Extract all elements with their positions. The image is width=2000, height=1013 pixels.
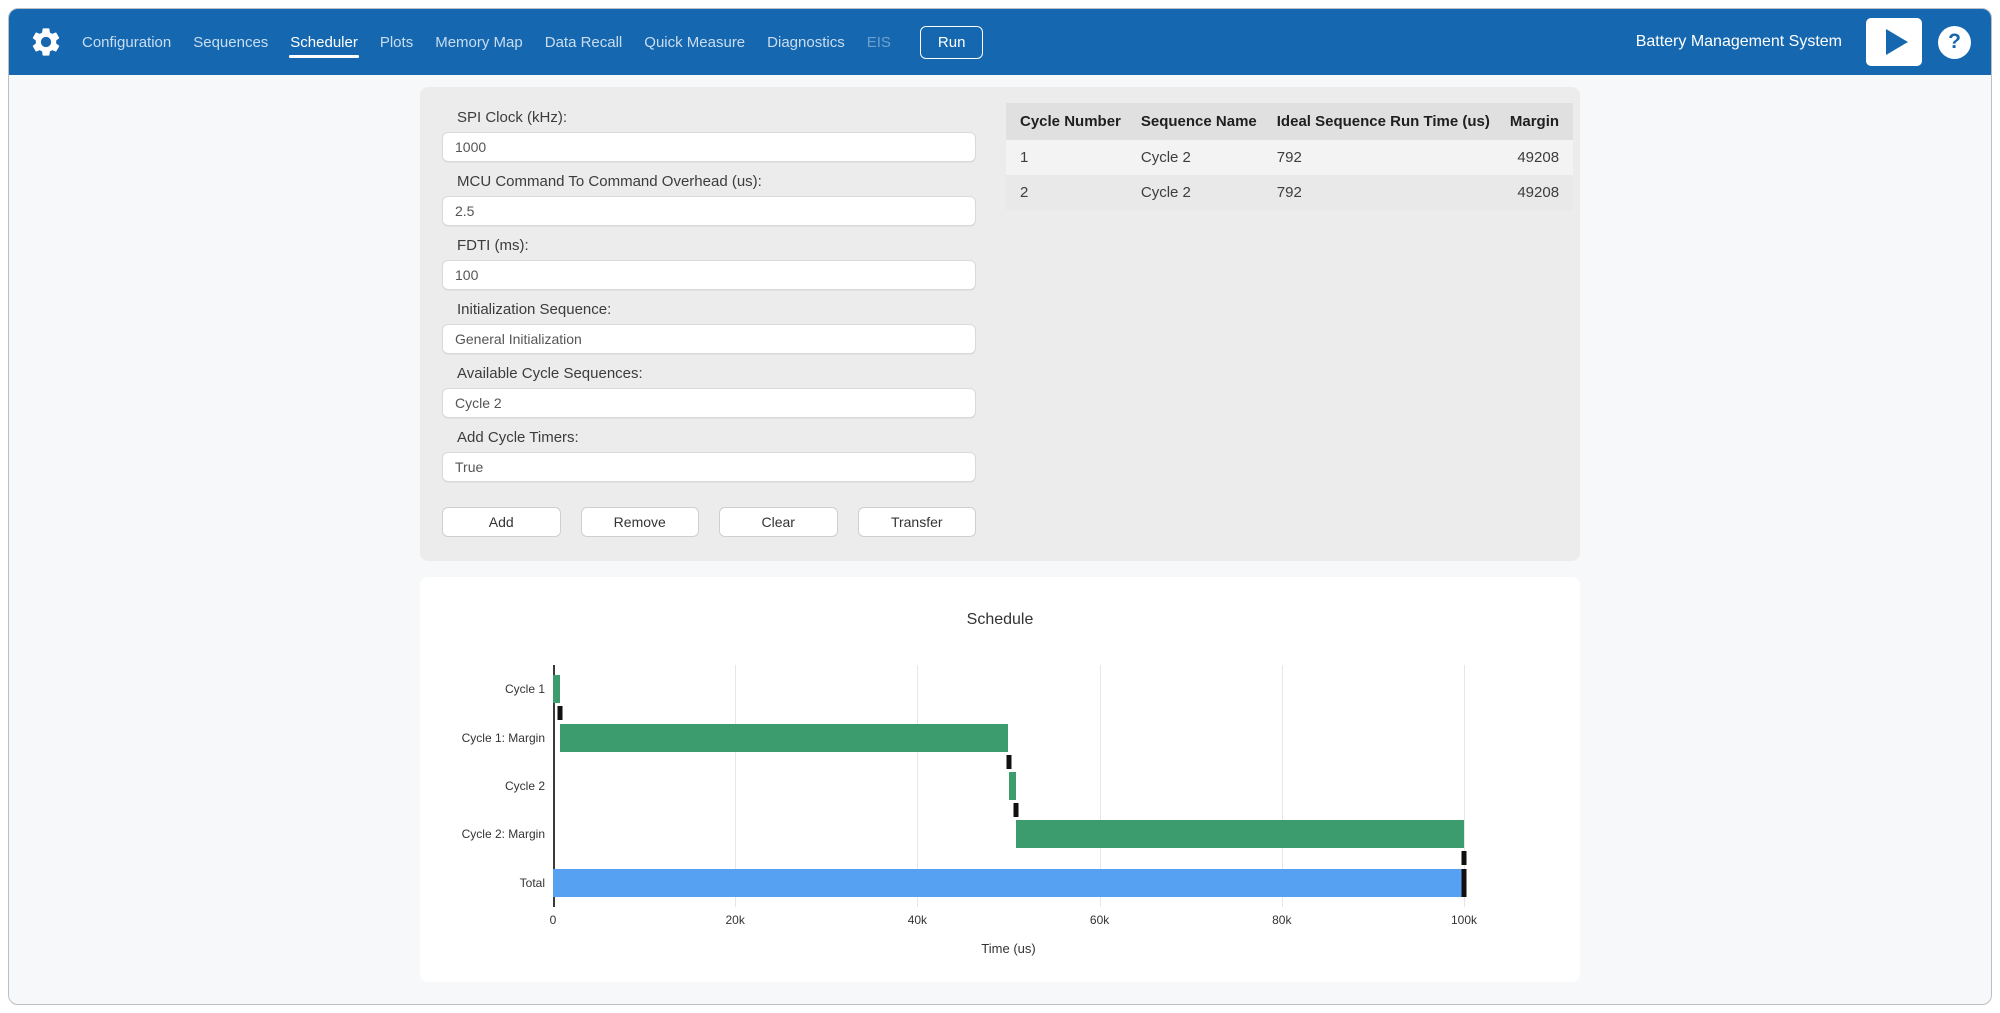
play-icon <box>1886 29 1908 55</box>
remove-button[interactable]: Remove <box>581 507 700 537</box>
run-button[interactable]: Run <box>920 26 984 59</box>
x-tick-20k: 20k <box>726 913 745 927</box>
table-cell: 792 <box>1267 175 1500 210</box>
top-navbar: Configuration Sequences Scheduler Plots Memo… <box>9 9 1991 75</box>
add-cycle-timers-input[interactable] <box>442 452 976 482</box>
row-label-total: Total <box>375 859 545 907</box>
scheduler-config-panel: SPI Clock (kHz): MCU Command To Command O… <box>420 87 1580 561</box>
bar-cycle-1-margin <box>560 724 1008 752</box>
spi-clock-input[interactable] <box>442 132 976 162</box>
available-cycle-sequences-input[interactable] <box>442 388 976 418</box>
row-label-cycle-2-margin: Cycle 2: Margin <box>375 810 545 858</box>
transfer-button[interactable]: Transfer <box>858 507 977 537</box>
schedule-chart-card: Schedule Cycle 1Cycle 1: MarginCycle 2Cy… <box>420 577 1580 982</box>
navbar-right: Battery Management System ? <box>1636 18 1971 66</box>
scheduler-form: SPI Clock (kHz): MCU Command To Command O… <box>442 101 976 537</box>
cycle-table: Cycle NumberSequence NameIdeal Sequence … <box>1006 103 1573 210</box>
clear-button[interactable]: Clear <box>719 507 838 537</box>
x-tick-100k: 100k <box>1451 913 1477 927</box>
initialization-sequence-label: Initialization Sequence: <box>457 301 976 318</box>
main-content: SPI Clock (kHz): MCU Command To Command O… <box>9 87 1991 982</box>
add-button[interactable]: Add <box>442 507 561 537</box>
bar-total <box>553 869 1464 897</box>
mcu-command-overhead-label: MCU Command To Command Overhead (us): <box>457 173 976 190</box>
fdti-label: FDTI (ms): <box>457 237 976 254</box>
table-cell: 2 <box>1006 175 1131 210</box>
chart-x-axis-label: Time (us) <box>553 941 1464 956</box>
table-cell: 1 <box>1006 140 1131 175</box>
initialization-sequence-input[interactable] <box>442 324 976 354</box>
header-cell-margin: Margin <box>1500 103 1573 140</box>
row-label-cycle-1-margin: Cycle 1: Margin <box>375 713 545 761</box>
row-label-cycle-2: Cycle 2 <box>375 762 545 810</box>
cycle-table-body: 1Cycle 2792492082Cycle 279249208 <box>1006 140 1573 210</box>
header-cell-ideal-sequence-run-time-us: Ideal Sequence Run Time (us) <box>1267 103 1500 140</box>
x-tick-0: 0 <box>550 913 557 927</box>
nav-item-configuration[interactable]: Configuration <box>81 26 172 59</box>
bar-end-connector <box>1013 803 1018 817</box>
table-cell: 792 <box>1267 140 1500 175</box>
bar-cycle-2-margin <box>1016 820 1464 848</box>
nav-item-quick-measure[interactable]: Quick Measure <box>643 26 746 59</box>
available-cycle-sequences-label: Available Cycle Sequences: <box>457 365 976 382</box>
app-window: Configuration Sequences Scheduler Plots Memo… <box>8 8 1992 1005</box>
mcu-command-overhead-input[interactable] <box>442 196 976 226</box>
bar-cycle-2 <box>1009 772 1016 800</box>
bar-end-connector <box>1006 755 1011 769</box>
chart-title: Schedule <box>420 611 1580 629</box>
table-cell: 49208 <box>1500 175 1573 210</box>
bar-cycle-1 <box>553 675 560 703</box>
nav-item-plots[interactable]: Plots <box>379 26 414 59</box>
nav-item-eis[interactable]: EIS <box>866 26 892 59</box>
nav-item-diagnostics[interactable]: Diagnostics <box>766 26 846 59</box>
app-title: Battery Management System <box>1636 33 1842 51</box>
bar-end-connector <box>558 706 563 720</box>
nav-item-scheduler[interactable]: Scheduler <box>289 26 359 59</box>
x-axis-ticks: 020k40k60k80k100k <box>553 913 1464 929</box>
bar-end-cap <box>1462 869 1467 897</box>
spi-clock-label: SPI Clock (kHz): <box>457 109 976 126</box>
bar-end-connector <box>1462 851 1467 865</box>
table-row[interactable]: 2Cycle 279249208 <box>1006 175 1573 210</box>
nav-item-memory-map[interactable]: Memory Map <box>434 26 524 59</box>
cycle-table-container: Cycle NumberSequence NameIdeal Sequence … <box>1006 103 1573 210</box>
table-cell: Cycle 2 <box>1131 175 1267 210</box>
add-cycle-timers-label: Add Cycle Timers: <box>457 429 976 446</box>
form-button-row: Add Remove Clear Transfer <box>442 507 976 537</box>
gear-icon[interactable] <box>29 25 63 59</box>
header-cell-sequence-name: Sequence Name <box>1131 103 1267 140</box>
nav-item-data-recall[interactable]: Data Recall <box>544 26 624 59</box>
table-cell: Cycle 2 <box>1131 140 1267 175</box>
nav-menu: Configuration Sequences Scheduler Plots Memo… <box>81 26 892 59</box>
nav-item-sequences[interactable]: Sequences <box>192 26 269 59</box>
x-tick-60k: 60k <box>1090 913 1109 927</box>
cycle-table-header: Cycle NumberSequence NameIdeal Sequence … <box>1006 103 1573 140</box>
row-label-cycle-1: Cycle 1 <box>375 665 545 713</box>
table-cell: 49208 <box>1500 140 1573 175</box>
table-row[interactable]: 1Cycle 279249208 <box>1006 140 1573 175</box>
schedule-plot: Cycle 1Cycle 1: MarginCycle 2Cycle 2: Ma… <box>553 665 1464 907</box>
x-tick-40k: 40k <box>908 913 927 927</box>
x-tick-80k: 80k <box>1272 913 1291 927</box>
help-icon[interactable]: ? <box>1938 26 1971 59</box>
header-cell-cycle-number: Cycle Number <box>1006 103 1131 140</box>
fdti-input[interactable] <box>442 260 976 290</box>
play-button[interactable] <box>1866 18 1922 66</box>
